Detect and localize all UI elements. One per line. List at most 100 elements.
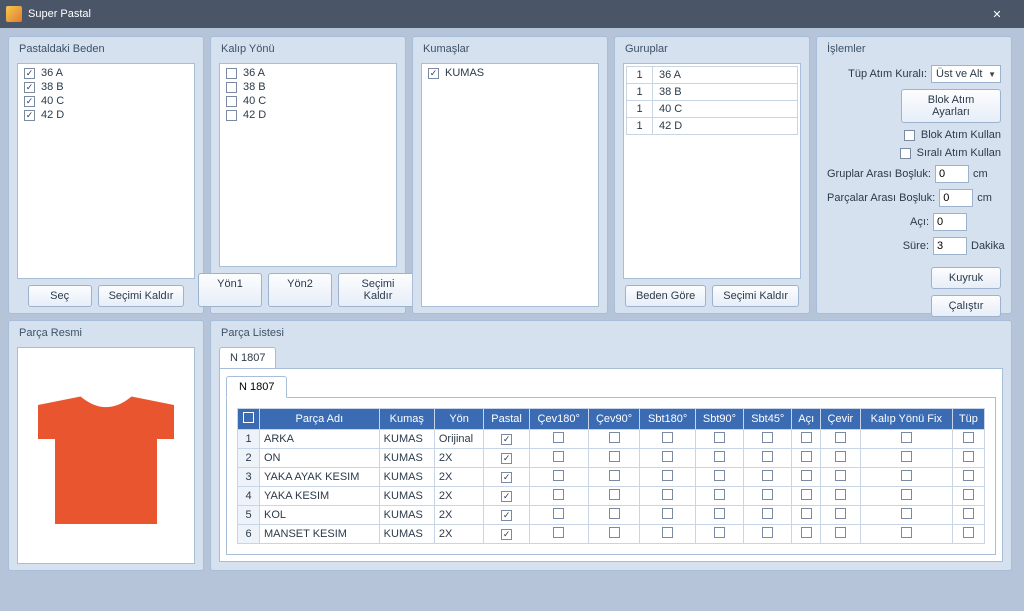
listbox-beden[interactable]: 36 A38 B40 C42 D <box>17 63 195 279</box>
list-item[interactable]: 38 B <box>222 80 394 94</box>
checkbox[interactable] <box>801 527 812 538</box>
list-item[interactable]: 40 C <box>222 94 394 108</box>
table-row[interactable]: 2ONKUMAS2X <box>238 449 985 468</box>
table-row[interactable]: 1ARKAKUMASOrijinal <box>238 430 985 449</box>
checkbox[interactable] <box>662 489 673 500</box>
checkbox[interactable] <box>714 527 725 538</box>
checkbox[interactable] <box>226 96 237 107</box>
list-item[interactable]: KUMAS <box>424 66 596 80</box>
checkbox[interactable] <box>963 527 974 538</box>
checkbox[interactable] <box>609 432 620 443</box>
list-item[interactable]: 38 B <box>20 80 192 94</box>
column-header[interactable]: Sbt90° <box>695 409 743 430</box>
checkbox[interactable] <box>501 529 512 540</box>
checkbox[interactable] <box>609 527 620 538</box>
column-header[interactable]: Kalıp Yönü Fix <box>860 409 952 430</box>
checkbox[interactable] <box>835 527 846 538</box>
listbox-guruplar[interactable]: 136 A138 B140 C142 D <box>623 63 801 279</box>
checkbox[interactable] <box>762 508 773 519</box>
checkbox[interactable] <box>762 470 773 481</box>
checkbox[interactable] <box>226 82 237 93</box>
secimi-kaldir-button[interactable]: Seçimi Kaldır <box>712 285 799 307</box>
secimi-kaldir-button[interactable]: Seçimi Kaldır <box>98 285 185 307</box>
checkbox[interactable] <box>501 434 512 445</box>
checkbox[interactable] <box>901 451 912 462</box>
checkbox[interactable] <box>553 489 564 500</box>
column-header[interactable]: Tüp <box>952 409 984 430</box>
checkbox[interactable] <box>901 527 912 538</box>
column-header[interactable]: Parça Adı <box>260 409 380 430</box>
list-item[interactable]: 42 D <box>20 108 192 122</box>
table-row[interactable]: 3YAKA AYAK KESIMKUMAS2X <box>238 468 985 487</box>
column-header[interactable]: Çev90° <box>588 409 640 430</box>
checkbox[interactable] <box>901 470 912 481</box>
checkbox[interactable] <box>24 82 35 93</box>
checkbox[interactable] <box>553 508 564 519</box>
parca-grid[interactable]: Parça AdıKumaşYönPastalÇev180°Çev90°Sbt1… <box>237 408 985 544</box>
checkbox[interactable] <box>553 432 564 443</box>
checkbox[interactable] <box>609 451 620 462</box>
checkbox[interactable] <box>662 527 673 538</box>
column-header[interactable]: Sbt180° <box>640 409 695 430</box>
tab-n1807[interactable]: N 1807 <box>219 347 276 368</box>
table-row[interactable]: 6MANSET KESIMKUMAS2X <box>238 525 985 544</box>
checkbox[interactable] <box>963 432 974 443</box>
table-row[interactable]: 142 D <box>627 118 798 135</box>
checkbox[interactable] <box>762 451 773 462</box>
checkbox[interactable] <box>428 68 439 79</box>
kuyruk-button[interactable]: Kuyruk <box>931 267 1001 289</box>
parcalar-arasi-bosluk-input[interactable] <box>939 189 973 207</box>
inner-tab-n1807[interactable]: N 1807 <box>226 376 287 398</box>
checkbox[interactable] <box>762 527 773 538</box>
checkbox[interactable] <box>226 68 237 79</box>
calistir-button[interactable]: Çalıştır <box>931 295 1001 317</box>
sure-input[interactable] <box>933 237 967 255</box>
checkbox[interactable] <box>662 451 673 462</box>
column-header[interactable]: Sbt45° <box>744 409 792 430</box>
checkbox[interactable] <box>835 470 846 481</box>
yon1-button[interactable]: Yön1 <box>198 273 262 307</box>
blok-atim-kullan-checkbox[interactable] <box>904 130 915 141</box>
checkbox[interactable] <box>553 470 564 481</box>
checkbox[interactable] <box>714 489 725 500</box>
tup-atim-kurali-select[interactable]: Üst ve Alt ▼ <box>931 65 1001 83</box>
checkbox[interactable] <box>801 470 812 481</box>
column-header[interactable]: Yön <box>434 409 484 430</box>
column-header[interactable]: Çev180° <box>529 409 588 430</box>
column-header[interactable]: Kumaş <box>379 409 434 430</box>
checkbox[interactable] <box>963 489 974 500</box>
table-row[interactable]: 136 A <box>627 67 798 84</box>
checkbox[interactable] <box>901 432 912 443</box>
table-row[interactable]: 138 B <box>627 84 798 101</box>
checkbox[interactable] <box>662 470 673 481</box>
listbox-kalip-yonu[interactable]: 36 A38 B40 C42 D <box>219 63 397 267</box>
secimi-kaldir-button[interactable]: Seçimi Kaldır <box>338 273 418 307</box>
checkbox[interactable] <box>714 451 725 462</box>
aci-input[interactable] <box>933 213 967 231</box>
checkbox[interactable] <box>501 491 512 502</box>
listbox-kumaslar[interactable]: KUMAS <box>421 63 599 307</box>
checkbox[interactable] <box>801 451 812 462</box>
column-header[interactable]: Pastal <box>484 409 529 430</box>
checkbox[interactable] <box>714 470 725 481</box>
checkbox[interactable] <box>501 472 512 483</box>
checkbox[interactable] <box>662 432 673 443</box>
checkbox[interactable] <box>609 489 620 500</box>
checkbox[interactable] <box>501 510 512 521</box>
table-row[interactable]: 5KOLKUMAS2X <box>238 506 985 525</box>
list-item[interactable]: 40 C <box>20 94 192 108</box>
checkbox[interactable] <box>553 527 564 538</box>
checkbox[interactable] <box>501 453 512 464</box>
close-button[interactable]: ✕ <box>976 2 1018 26</box>
checkbox[interactable] <box>714 508 725 519</box>
checkbox[interactable] <box>24 96 35 107</box>
checkbox[interactable] <box>835 489 846 500</box>
table-row[interactable]: 4YAKA KESIMKUMAS2X <box>238 487 985 506</box>
checkbox[interactable] <box>762 489 773 500</box>
checkbox[interactable] <box>553 451 564 462</box>
checkbox[interactable] <box>609 470 620 481</box>
checkbox[interactable] <box>963 508 974 519</box>
checkbox[interactable] <box>801 432 812 443</box>
table-row[interactable]: 140 C <box>627 101 798 118</box>
checkbox[interactable] <box>835 451 846 462</box>
